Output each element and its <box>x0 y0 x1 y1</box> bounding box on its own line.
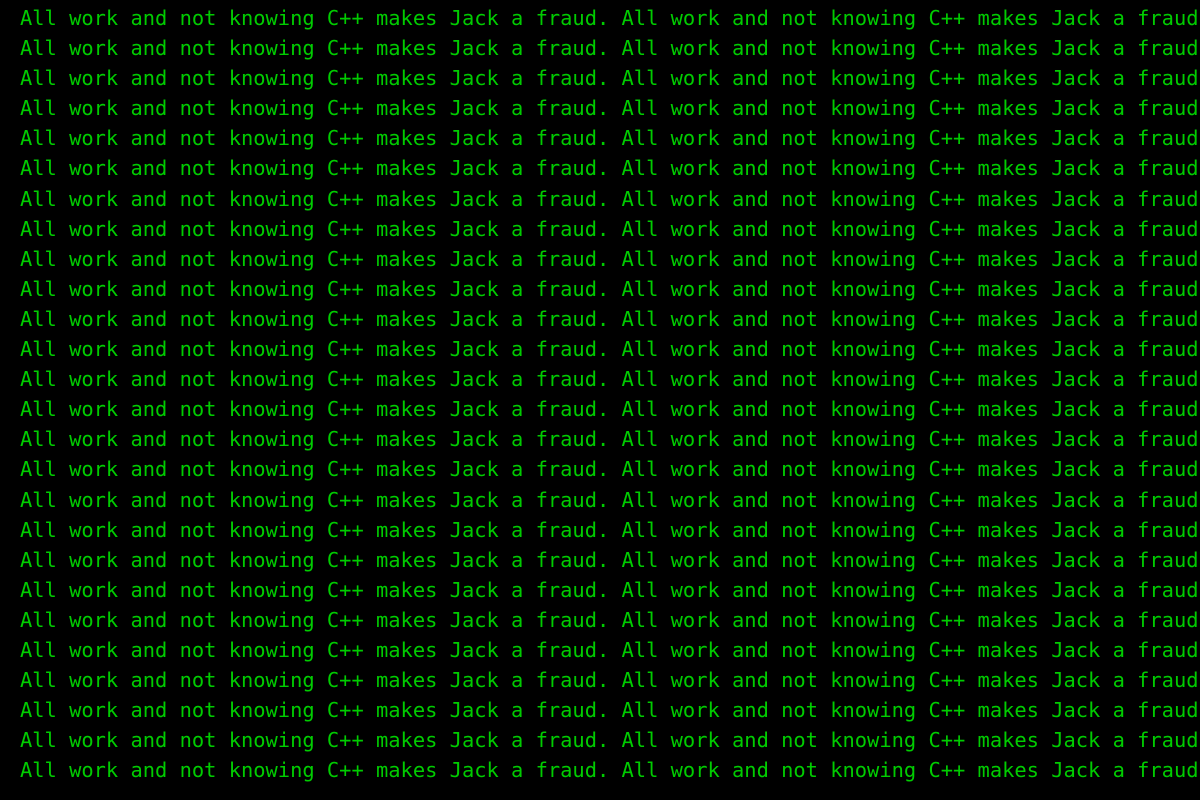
terminal-line: All work and not knowing C++ makes Jack … <box>20 216 1200 241</box>
terminal-line: All work and not knowing C++ makes Jack … <box>20 96 1200 121</box>
terminal-line: All work and not knowing C++ makes Jack … <box>20 276 1200 301</box>
terminal-line: All work and not knowing C++ makes Jack … <box>20 728 1200 753</box>
terminal-line: All work and not knowing C++ makes Jack … <box>20 758 1200 783</box>
terminal-line: All work and not knowing C++ makes Jack … <box>20 186 1200 211</box>
terminal-line: All work and not knowing C++ makes Jack … <box>20 246 1200 271</box>
terminal-line: All work and not knowing C++ makes Jack … <box>20 577 1200 602</box>
terminal-line: All work and not knowing C++ makes Jack … <box>20 637 1200 662</box>
terminal-line: All work and not knowing C++ makes Jack … <box>20 427 1200 452</box>
terminal-line: All work and not knowing C++ makes Jack … <box>20 397 1200 422</box>
terminal-line: All work and not knowing C++ makes Jack … <box>20 156 1200 181</box>
terminal-output: All work and not knowing C++ makes Jack … <box>20 3 1200 785</box>
terminal-line: All work and not knowing C++ makes Jack … <box>20 6 1200 30</box>
terminal-line: All work and not knowing C++ makes Jack … <box>20 547 1200 572</box>
terminal-line: All work and not knowing C++ makes Jack … <box>20 607 1200 632</box>
terminal-line: All work and not knowing C++ makes Jack … <box>20 306 1200 331</box>
terminal-line: All work and not knowing C++ makes Jack … <box>20 457 1200 482</box>
terminal-line: All work and not knowing C++ makes Jack … <box>20 66 1200 91</box>
terminal-screen[interactable]: All work and not knowing C++ makes Jack … <box>0 0 1200 800</box>
terminal-line: All work and not knowing C++ makes Jack … <box>20 698 1200 723</box>
terminal-line: All work and not knowing C++ makes Jack … <box>20 337 1200 362</box>
terminal-line: All work and not knowing C++ makes Jack … <box>20 36 1200 61</box>
terminal-line: All work and not knowing C++ makes Jack … <box>20 517 1200 542</box>
terminal-line: All work and not knowing C++ makes Jack … <box>20 487 1200 512</box>
terminal-line: All work and not knowing C++ makes Jack … <box>20 668 1200 693</box>
terminal-line: All work and not knowing C++ makes Jack … <box>20 367 1200 392</box>
terminal-line: All work and not knowing C++ makes Jack … <box>20 126 1200 151</box>
